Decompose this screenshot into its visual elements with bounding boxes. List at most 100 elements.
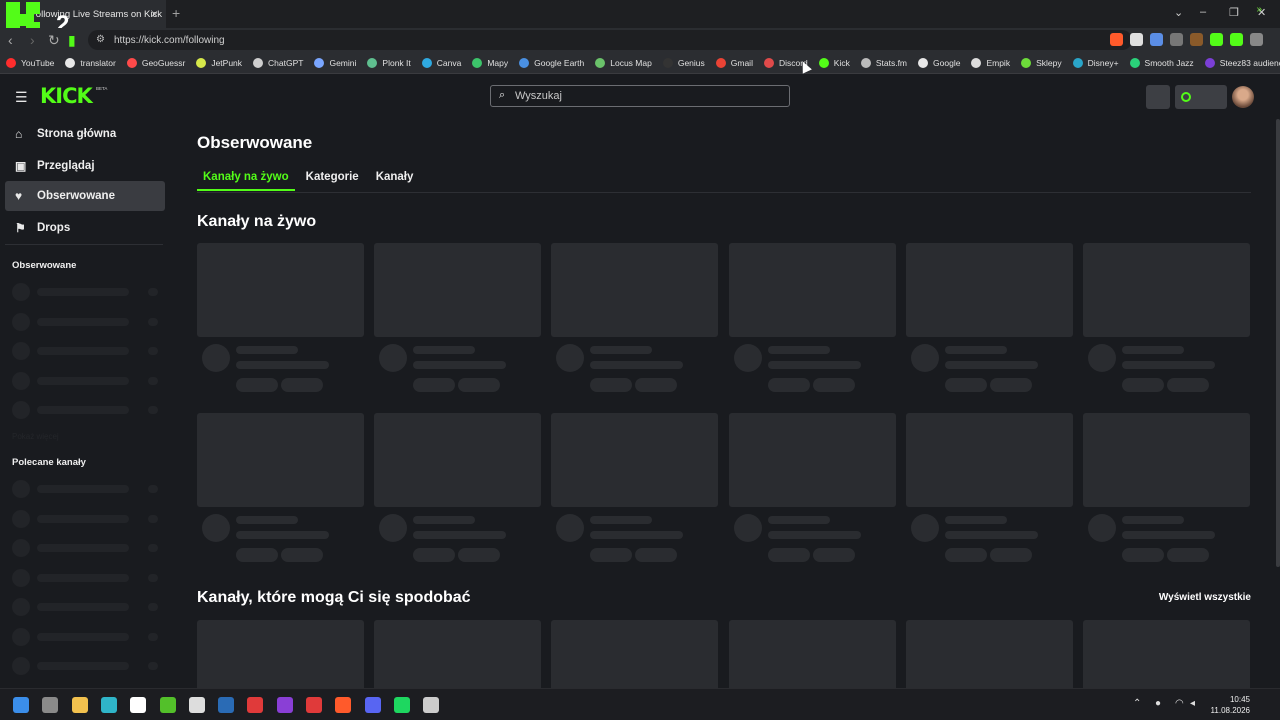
new-tab-button[interactable]: +: [172, 5, 180, 21]
skeleton-placeholder: [635, 378, 677, 392]
sidebar-item-browse[interactable]: ▣ Przeglądaj: [5, 151, 165, 181]
skeleton-placeholder: [148, 288, 158, 296]
taskbar-edge-icon[interactable]: [100, 697, 117, 713]
bookmark-favicon-icon: [763, 57, 774, 68]
taskbar-file-explorer-icon[interactable]: [71, 697, 88, 713]
bookmark-gmail[interactable]: Gmail: [715, 57, 753, 68]
sidebar-skeleton-row: [12, 371, 162, 390]
music-extension-icon[interactable]: [1230, 33, 1243, 46]
bookmark-favicon-icon: [519, 57, 530, 68]
kick-extension-icon[interactable]: [1210, 33, 1223, 46]
scrollbar[interactable]: [1276, 119, 1280, 567]
skeleton-placeholder: [590, 346, 652, 354]
skeleton-placeholder: [37, 603, 129, 611]
bookmark-google[interactable]: Google: [918, 57, 961, 68]
skeleton-placeholder: [1088, 344, 1116, 372]
bookmarks-more-icon[interactable]: »: [1256, 4, 1262, 15]
header-status-button[interactable]: [1175, 85, 1227, 109]
bookmark-geoguessr[interactable]: GeoGuessr: [126, 57, 185, 68]
avatar[interactable]: [1232, 86, 1254, 108]
taskbar-steam-icon[interactable]: [218, 697, 235, 713]
bookmark-mapy[interactable]: Mapy: [472, 57, 508, 68]
bookmark-genius[interactable]: Genius: [662, 57, 705, 68]
tab-live-channels[interactable]: Kanały na żywo: [197, 171, 295, 191]
menu-icon[interactable]: ☰: [15, 89, 28, 106]
bookmark-stats-fm[interactable]: Stats.fm: [860, 57, 907, 68]
tab-search-dropdown-icon[interactable]: ⌄: [1174, 6, 1183, 19]
volume-icon[interactable]: ◂: [1190, 698, 1195, 709]
tray-overflow-icon[interactable]: ⌃: [1133, 698, 1141, 709]
taskbar-brave-icon[interactable]: [335, 697, 352, 713]
skeleton-placeholder: [1122, 516, 1184, 524]
bookmark-favicon-icon: [126, 57, 137, 68]
taskbar: ⌃ ● ◠ ◂ 10:45 11.08.2026: [0, 688, 1280, 720]
bookmark-steez83-audiencja[interactable]: Steez83 audiencja: [1204, 57, 1280, 68]
tab-categories[interactable]: Kategorie: [306, 171, 365, 191]
skeleton-placeholder: [12, 283, 30, 301]
bookmark-chatgpt[interactable]: ChatGPT: [253, 57, 303, 68]
bookmark-jetpunk[interactable]: JetPunk: [196, 57, 242, 68]
extension-icon[interactable]: [1190, 33, 1203, 46]
taskbar-discord-icon[interactable]: [364, 697, 381, 713]
taskbar-minecraft-icon[interactable]: [159, 697, 176, 713]
taskbar-spotify-icon[interactable]: [393, 697, 410, 713]
back-icon[interactable]: ‹: [8, 32, 13, 48]
bookmark-disney-[interactable]: Disney+: [1072, 57, 1119, 68]
extension-icon[interactable]: [1130, 33, 1143, 46]
site-info-icon[interactable]: ⚙: [96, 34, 105, 45]
sidebar-item-following[interactable]: ♥ Obserwowane: [5, 181, 165, 211]
bookmark-smooth-jazz[interactable]: Smooth Jazz: [1129, 57, 1194, 68]
show-more-link[interactable]: Pokaż więcej: [12, 432, 59, 441]
skeleton-placeholder: [12, 598, 30, 616]
bookmark-locus-map[interactable]: Locus Map: [595, 57, 652, 68]
bookmark-youtube[interactable]: YouTube: [6, 57, 54, 68]
taskbar-obs-icon[interactable]: [423, 697, 440, 713]
taskbar-windows-start-icon[interactable]: [13, 697, 29, 713]
kick-logo[interactable]: KICK: [40, 84, 93, 108]
tab-channels[interactable]: Kanały: [376, 171, 420, 191]
audio-icon[interactable]: [1170, 33, 1183, 46]
clock[interactable]: 10:45 11.08.2026: [1206, 694, 1250, 716]
bookmark-empik[interactable]: Empik: [971, 57, 1010, 68]
sidebar-item-drops[interactable]: ⚑ Drops: [5, 213, 165, 243]
bookmark-google-earth[interactable]: Google Earth: [519, 57, 584, 68]
tab-close-icon[interactable]: ×: [151, 7, 158, 21]
bookmarks-bar: YouTube translator GeoGuessr JetPunk ChatGPT…: [0, 52, 1280, 74]
sidebar-item-home[interactable]: ⌂ Strona główna: [5, 119, 165, 149]
bookmark-icon[interactable]: ▮: [68, 32, 76, 49]
restore-button[interactable]: ❐: [1229, 6, 1239, 19]
brave-shields-icon[interactable]: [1110, 33, 1123, 46]
bookmark-label: Google: [933, 57, 961, 68]
bookmark-gemini[interactable]: Gemini: [314, 57, 356, 68]
translate-icon[interactable]: [1150, 33, 1163, 46]
bookmark-translator[interactable]: translator: [65, 57, 116, 68]
microphone-icon[interactable]: ●: [1155, 698, 1161, 709]
skeleton-placeholder: [551, 243, 718, 337]
clock-time: 10:45: [1229, 695, 1250, 704]
bookmark-canva[interactable]: Canva: [421, 57, 461, 68]
skeleton-placeholder: [911, 344, 939, 372]
minimize-button[interactable]: –: [1200, 6, 1206, 18]
taskbar-settings-icon[interactable]: [42, 697, 59, 713]
bookmark-kick[interactable]: Kick: [818, 57, 850, 68]
sidebar: ⌂ Strona główna ▣ Przeglądaj ♥ Obserwowa…: [0, 119, 170, 687]
search-input[interactable]: ⌕ Wyszukaj: [490, 85, 790, 107]
skeleton-placeholder: [37, 573, 129, 582]
address-bar[interactable]: ⚙ https://kick.com/following: [88, 30, 1132, 50]
menu-icon[interactable]: [1250, 33, 1263, 46]
taskbar-epic-games-icon[interactable]: [188, 697, 205, 713]
skeleton-placeholder: [197, 243, 364, 337]
wifi-icon[interactable]: ◠: [1175, 698, 1184, 709]
taskbar-app-red-2-icon[interactable]: [306, 697, 322, 713]
reload-icon[interactable]: ↻: [48, 32, 60, 49]
bookmark-sklepy[interactable]: Sklepy: [1021, 57, 1062, 68]
taskbar-app-purple-icon[interactable]: [276, 697, 293, 713]
forward-icon[interactable]: ›: [30, 32, 35, 48]
bookmark-favicon-icon: [314, 57, 325, 68]
header-action-button[interactable]: [1146, 85, 1170, 109]
taskbar-capcut-icon[interactable]: [130, 697, 147, 713]
show-all-link[interactable]: Wyświetl wszystkie: [1159, 592, 1251, 603]
bookmark-label: Smooth Jazz: [1144, 57, 1194, 68]
bookmark-plonk-it[interactable]: Plonk It: [367, 57, 411, 68]
taskbar-app-red-icon[interactable]: [247, 697, 264, 713]
